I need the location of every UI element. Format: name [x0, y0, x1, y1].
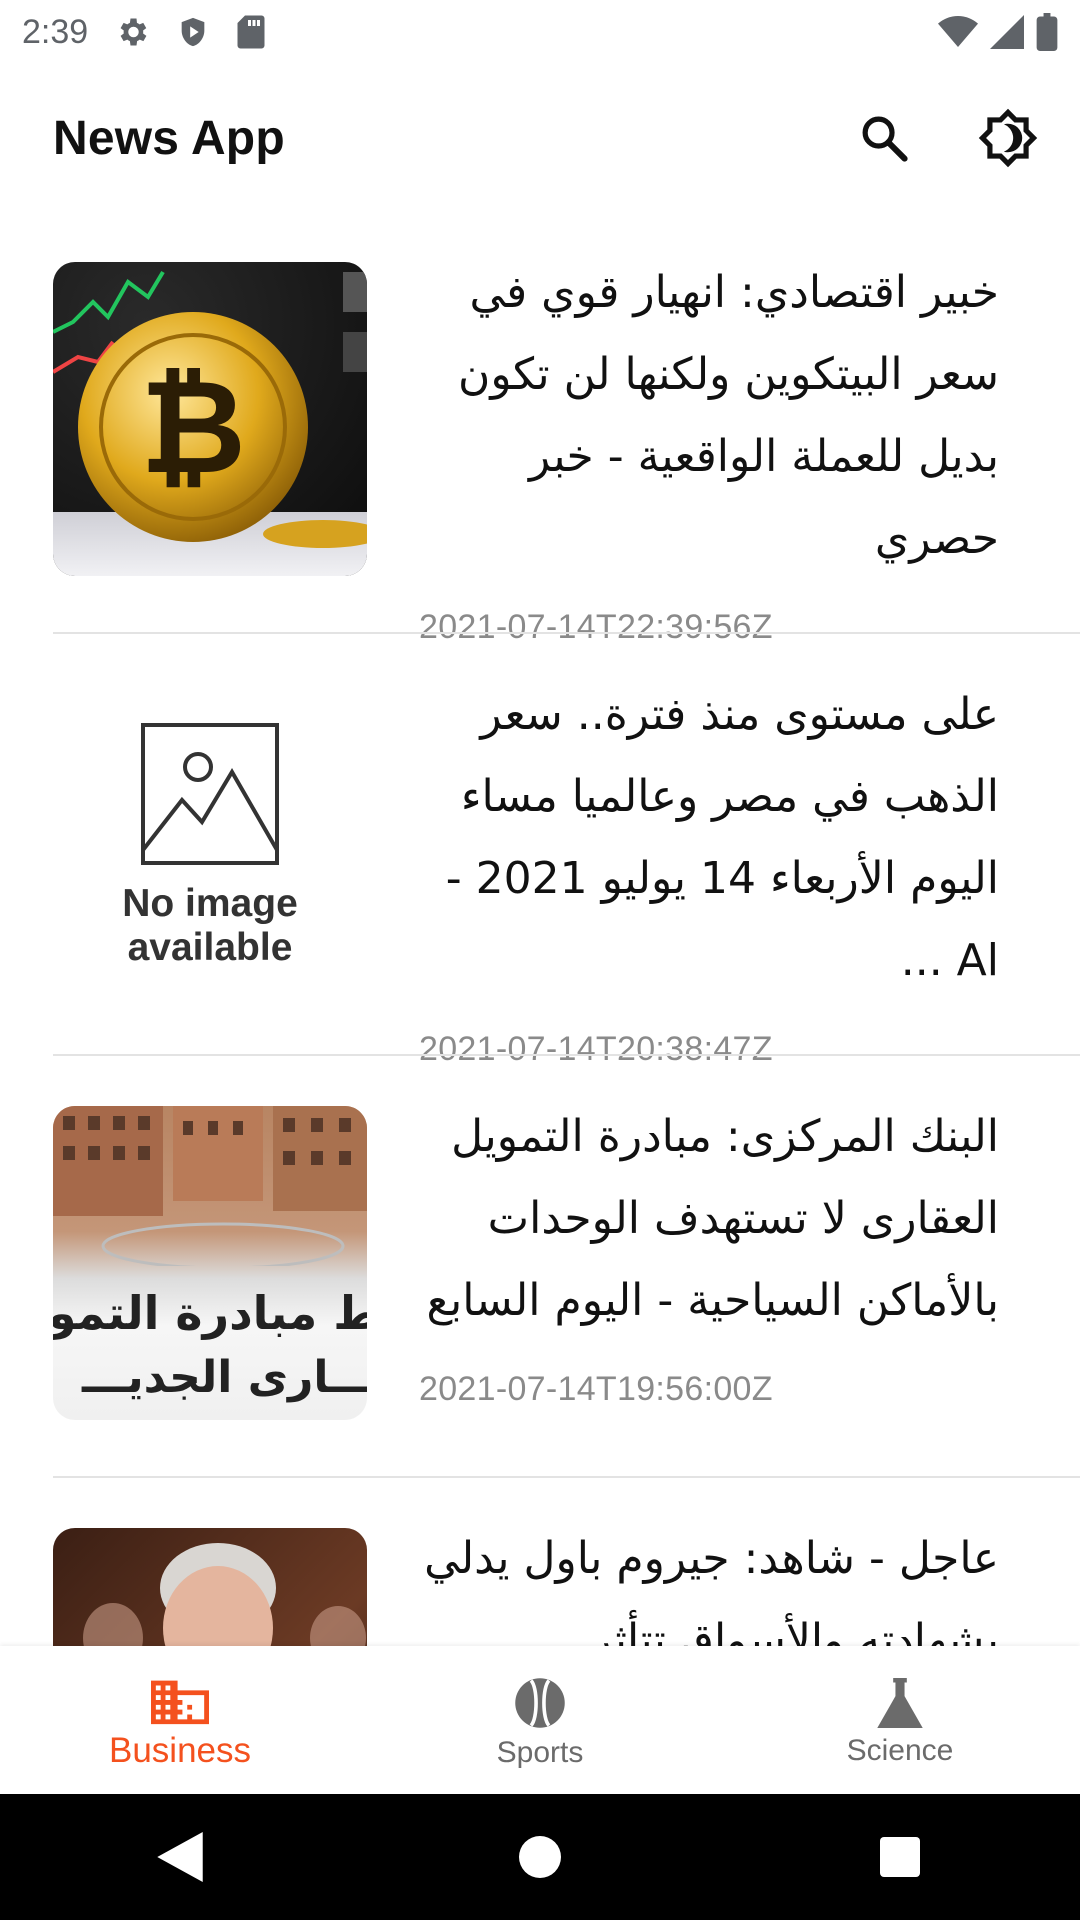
article-title: على مستوى منذ فترة.. سعر الذهب في مصر وع…	[445, 689, 999, 986]
image-caption-line1: ط مبادرة التمو	[53, 1286, 367, 1340]
recents-icon	[880, 1837, 920, 1877]
shield-play-icon	[176, 14, 210, 50]
article-text: على مستوى منذ فترة.. سعر الذهب في مصر وع…	[419, 684, 1019, 1069]
article-item[interactable]: No image available على مستوى منذ فترة.. …	[0, 634, 1080, 1068]
home-button[interactable]	[480, 1797, 600, 1917]
article-text: عاجل - شاهد: جيروم باول يدلي بشهادته وال…	[419, 1528, 1019, 1646]
building-icon	[151, 1680, 209, 1725]
sd-card-icon	[236, 14, 266, 50]
settings-gear-icon	[114, 14, 150, 50]
article-thumbnail-bitcoin: ₿	[53, 262, 367, 576]
back-button[interactable]	[120, 1797, 240, 1917]
system-navigation-bar	[0, 1794, 1080, 1920]
search-icon	[862, 116, 908, 162]
search-button[interactable]	[844, 98, 924, 178]
back-icon	[157, 1832, 203, 1882]
theme-toggle-button[interactable]	[968, 98, 1048, 178]
article-thumbnail-placeholder: No image available	[53, 684, 367, 998]
wifi-icon	[938, 15, 978, 49]
svg-text:₿: ₿	[140, 351, 246, 503]
recents-button[interactable]	[840, 1797, 960, 1917]
person-image	[83, 1543, 366, 1646]
article-title: خبير اقتصادي: انهيار قوي في سعر البيتكوي…	[458, 267, 999, 564]
nav-sports[interactable]: Sports	[360, 1646, 720, 1794]
image-caption-line2: ـــارى الجديـــ	[82, 1352, 367, 1403]
bitcoin-image: ₿	[53, 270, 367, 576]
article-text: خبير اقتصادي: انهيار قوي في سعر البيتكوي…	[419, 262, 1019, 647]
image-placeholder-icon	[141, 723, 279, 865]
article-thumbnail-buildings: ط مبادرة التمو ـــارى الجديـــ	[53, 1106, 367, 1420]
article-title: عاجل - شاهد: جيروم باول يدلي بشهادته وال…	[424, 1533, 999, 1646]
article-item[interactable]: ₿ خبير اقتصادي: انهيار قوي في سعر البيتك…	[0, 212, 1080, 646]
battery-icon	[1036, 13, 1058, 51]
buildings-image	[53, 1106, 367, 1266]
status-time: 2:39	[22, 12, 89, 51]
nav-label-business: Business	[108, 1731, 252, 1770]
flask-icon	[877, 1678, 923, 1728]
article-list[interactable]: ₿ خبير اقتصادي: انهيار قوي في سعر البيتك…	[0, 212, 1080, 1646]
nav-science[interactable]: Science	[720, 1646, 1080, 1794]
screen: 2:39 News App ₿ خبير اقتصادي: انهيار قوي…	[0, 0, 1080, 1920]
article-text: البنك المركزى: مبادرة التمويل العقارى لا…	[419, 1106, 1019, 1409]
nav-label-science: Science	[846, 1734, 954, 1767]
signal-icon	[990, 15, 1024, 49]
app-title: News App	[53, 111, 285, 165]
article-date: 2021-07-14T19:56:00Z	[419, 1370, 773, 1408]
bottom-navigation: Business Sports Science	[0, 1646, 1080, 1794]
ball-icon	[515, 1678, 565, 1728]
app-bar: News App	[0, 64, 1080, 212]
article-thumbnail-person	[53, 1528, 367, 1646]
status-bar: 2:39	[0, 0, 1080, 64]
no-image-text: No image available	[122, 882, 298, 969]
theme-toggle-icon	[978, 108, 1038, 168]
article-item[interactable]: عاجل - شاهد: جيروم باول يدلي بشهادته وال…	[0, 1478, 1080, 1646]
nav-label-sports: Sports	[496, 1736, 584, 1769]
nav-business[interactable]: Business	[0, 1646, 360, 1794]
article-item[interactable]: ط مبادرة التمو ـــارى الجديـــ البنك الم…	[0, 1056, 1080, 1478]
home-icon	[519, 1836, 561, 1878]
article-title: البنك المركزى: مبادرة التمويل العقارى لا…	[426, 1111, 999, 1326]
